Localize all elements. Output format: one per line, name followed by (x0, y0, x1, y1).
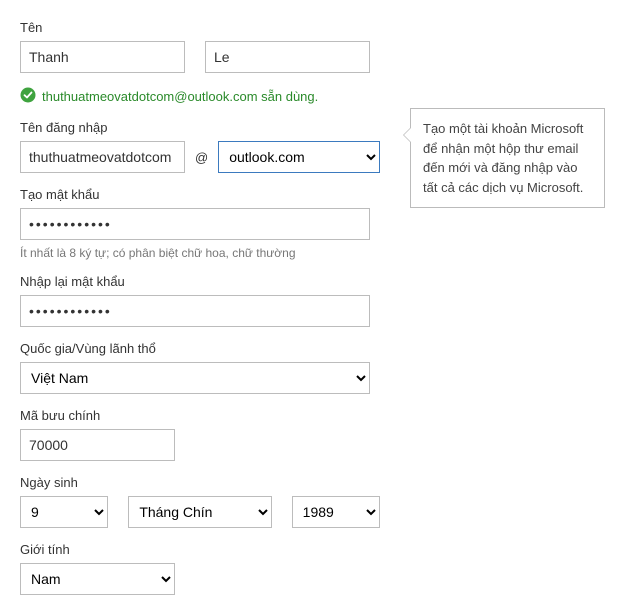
label-dob: Ngày sinh (20, 475, 380, 490)
dob-year-select[interactable]: 1989 (292, 496, 380, 528)
password-input[interactable] (20, 208, 370, 240)
password-confirm-input[interactable] (20, 295, 370, 327)
callout-arrow-icon (403, 127, 411, 143)
label-gender: Giới tính (20, 542, 380, 557)
availability-status: thuthuatmeovatdotcom@outlook.com sẵn dùn… (20, 87, 380, 106)
label-name: Tên (20, 20, 380, 35)
label-country: Quốc gia/Vùng lãnh thổ (20, 341, 380, 356)
dob-month-select[interactable]: Tháng Chín (128, 496, 271, 528)
dob-day-select[interactable]: 9 (20, 496, 108, 528)
info-callout: Tạo một tài khoản Microsoft để nhận một … (410, 108, 605, 208)
domain-select[interactable]: outlook.com (218, 141, 380, 173)
signup-form: Tên thuthuatmeovatdotcom@outlook.com sẵn… (0, 0, 400, 595)
callout-text: Tạo một tài khoản Microsoft để nhận một … (423, 121, 583, 195)
availability-text: thuthuatmeovatdotcom@outlook.com sẵn dùn… (42, 89, 318, 104)
label-reenterpw: Nhập lại mật khẩu (20, 274, 380, 289)
at-symbol: @ (195, 150, 208, 165)
gender-select[interactable]: Nam (20, 563, 175, 595)
last-name-input[interactable] (205, 41, 370, 73)
postal-input[interactable] (20, 429, 175, 461)
check-circle-icon (20, 87, 36, 106)
country-select[interactable]: Việt Nam (20, 362, 370, 394)
password-hint: Ít nhất là 8 ký tự; có phân biệt chữ hoa… (20, 246, 380, 260)
label-postal: Mã bưu chính (20, 408, 380, 423)
username-input[interactable] (20, 141, 185, 173)
label-createpw: Tạo mật khẩu (20, 187, 380, 202)
label-signin: Tên đăng nhập (20, 120, 380, 135)
first-name-input[interactable] (20, 41, 185, 73)
